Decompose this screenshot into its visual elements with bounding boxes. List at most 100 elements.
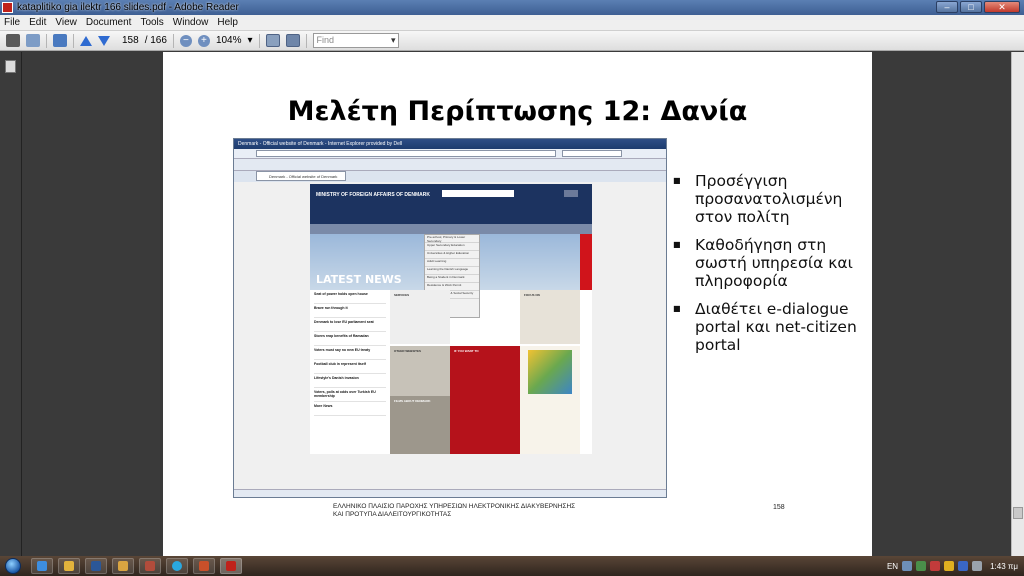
browser-tab-strip: Denmark - Official website of Denmark xyxy=(234,159,666,181)
previous-page-icon[interactable] xyxy=(80,35,92,46)
news-item: Brave run through it xyxy=(314,304,386,318)
films-heading: FILMS ABOUT DENMARK xyxy=(394,399,431,403)
start-button[interactable] xyxy=(0,556,26,576)
zoom-in-icon[interactable]: + xyxy=(197,34,210,47)
full-screen-icon[interactable] xyxy=(285,34,300,47)
internet-explorer-icon xyxy=(37,561,47,571)
minimize-button[interactable]: – xyxy=(936,1,958,13)
news-list: Seat of power holds open house Brave run… xyxy=(310,290,390,454)
taskbar-folder[interactable] xyxy=(58,558,80,574)
services-section: SERVICES xyxy=(390,290,450,344)
embedded-website-screenshot: Denmark - Official website of Denmark - … xyxy=(233,138,667,498)
windows-orb-icon xyxy=(5,558,21,574)
slide-footer: ΕΛΛΗΝΙΚΟ ΠΛΑΙΣΙΟ ΠΑΡΟΧΗΣ ΥΠΗΡΕΣΙΩΝ ΗΛΕΚΤ… xyxy=(333,503,575,519)
system-tray: EN 1:43 πμ xyxy=(887,556,1018,576)
bullet-item: Καθοδήγηση στη σωστή υπηρεσία και πληροφ… xyxy=(673,236,868,290)
toolbar-separator xyxy=(172,33,174,48)
other-websites-section: OTHER WEBSITES xyxy=(390,346,450,396)
taskbar-explorer[interactable] xyxy=(112,558,134,574)
taskbar: EN 1:43 πμ xyxy=(0,556,1024,576)
slide-page: Μελέτη Περίπτωσης 12: Δανία Denmark - Of… xyxy=(163,52,872,556)
taskbar-word[interactable] xyxy=(85,558,107,574)
focus-section: FOCUS ON xyxy=(520,290,580,344)
zoom-level-field[interactable]: 104% xyxy=(216,35,242,46)
taskbar-media[interactable] xyxy=(139,558,161,574)
bullet-item: Προσέγγιση προσανατολισμένη στον πολίτη xyxy=(673,172,868,226)
adobe-reader-icon xyxy=(2,2,13,13)
kids-section xyxy=(520,346,580,454)
services-heading: SERVICES xyxy=(394,293,410,297)
word-icon xyxy=(91,561,101,571)
address-field xyxy=(256,150,556,157)
site-header: MINISTRY OF FOREIGN AFFAIRS OF DENMARK xyxy=(310,184,592,224)
dropdown-item: Learning the Danish Language xyxy=(425,267,479,275)
collaborate-icon[interactable] xyxy=(53,34,67,47)
news-item: More News xyxy=(314,402,386,416)
browser-address-bar xyxy=(234,149,666,159)
menu-window[interactable]: Window xyxy=(173,17,209,28)
email-icon[interactable] xyxy=(26,34,40,47)
slide-bullets: Προσέγγιση προσανατολισμένη στον πολίτη … xyxy=(673,172,868,364)
next-page-icon[interactable] xyxy=(98,35,110,46)
browser-status-bar xyxy=(234,489,666,497)
taskbar-skype[interactable] xyxy=(166,558,188,574)
footer-line: ΕΛΛΗΝΙΚΟ ΠΛΑΙΣΙΟ ΠΑΡΟΧΗΣ ΥΠΗΡΕΣΙΩΝ ΗΛΕΚΤ… xyxy=(333,503,576,510)
tray-app-icon[interactable] xyxy=(916,561,927,571)
denmark-website: MINISTRY OF FOREIGN AFFAIRS OF DENMARK L… xyxy=(310,184,592,454)
news-item: Football club in represent itself xyxy=(314,360,386,374)
films-section: FILMS ABOUT DENMARK xyxy=(390,396,450,454)
find-input[interactable]: Find xyxy=(312,33,399,48)
site-header-title: MINISTRY OF FOREIGN AFFAIRS OF DENMARK xyxy=(316,192,430,198)
browser-search-field xyxy=(562,150,622,157)
browser-tab: Denmark - Official website of Denmark xyxy=(256,171,346,181)
taskbar-ie[interactable] xyxy=(31,558,53,574)
site-search-box xyxy=(442,190,514,197)
language-indicator[interactable]: EN xyxy=(887,562,898,571)
notification-icon[interactable] xyxy=(944,561,955,571)
denmark-crest xyxy=(580,234,592,290)
other-websites-heading: OTHER WEBSITES xyxy=(394,349,422,353)
zoom-dropdown-icon[interactable]: ▾ xyxy=(248,35,253,46)
close-button[interactable]: ✕ xyxy=(984,1,1020,13)
maximize-button[interactable]: □ xyxy=(960,1,982,13)
window-controls: – □ ✕ xyxy=(936,1,1020,13)
skype-icon xyxy=(172,561,182,571)
fit-width-icon[interactable] xyxy=(265,34,280,47)
menu-help[interactable]: Help xyxy=(217,17,238,28)
zoom-out-icon[interactable]: − xyxy=(179,34,192,47)
footer-line: ΚΑΙ ΠΡΟΤΥΠΑ ΔΙΑΛΕΙΤΟΥΡΓΙΚΟΤΗΤΑΣ xyxy=(333,511,452,518)
menu-view[interactable]: View xyxy=(55,17,77,28)
dropdown-item: Upper Secondary Education xyxy=(425,243,479,251)
dropdown-item: Universities & Higher Education xyxy=(425,251,479,259)
volume-icon[interactable] xyxy=(972,561,983,571)
app-icon xyxy=(199,561,209,571)
menu-tools[interactable]: Tools xyxy=(140,17,163,28)
news-item: Denmark to lose EU parliament seat xyxy=(314,318,386,332)
focus-heading: FOCUS ON xyxy=(524,293,540,297)
scrollbar-thumb[interactable] xyxy=(1013,507,1023,519)
bluetooth-icon[interactable] xyxy=(958,561,969,571)
navigation-pane xyxy=(0,52,22,556)
toolbar-separator xyxy=(305,33,307,48)
print-icon[interactable] xyxy=(6,34,20,47)
security-icon[interactable] xyxy=(930,561,941,571)
if-you-want-heading: IF YOU WANT TO xyxy=(454,349,479,353)
network-icon[interactable] xyxy=(902,561,913,571)
browser-title-bar: Denmark - Official website of Denmark - … xyxy=(234,139,666,149)
menu-file[interactable]: File xyxy=(4,17,20,28)
taskbar-app[interactable] xyxy=(193,558,215,574)
clock[interactable]: 1:43 πμ xyxy=(990,562,1018,571)
bullet-item: Διαθέτει e-dialogue portal και net-citiz… xyxy=(673,300,868,354)
news-item: Voters must say no new EU treaty xyxy=(314,346,386,360)
toolbar-separator xyxy=(46,33,47,48)
news-item: Lifestyle's Danish invasion xyxy=(314,374,386,388)
slide-title: Μελέτη Περίπτωσης 12: Δανία xyxy=(287,96,748,127)
menu-edit[interactable]: Edit xyxy=(29,17,46,28)
menu-document[interactable]: Document xyxy=(86,17,132,28)
current-page-field[interactable]: 158 xyxy=(122,35,139,46)
vertical-scrollbar[interactable] xyxy=(1011,52,1024,556)
kids-illustration xyxy=(528,350,572,394)
taskbar-adobe-reader[interactable] xyxy=(220,558,242,574)
window-title: kataplitiko gia ilektr 166 slides.pdf - … xyxy=(17,2,239,13)
pages-panel-icon[interactable] xyxy=(5,60,16,73)
